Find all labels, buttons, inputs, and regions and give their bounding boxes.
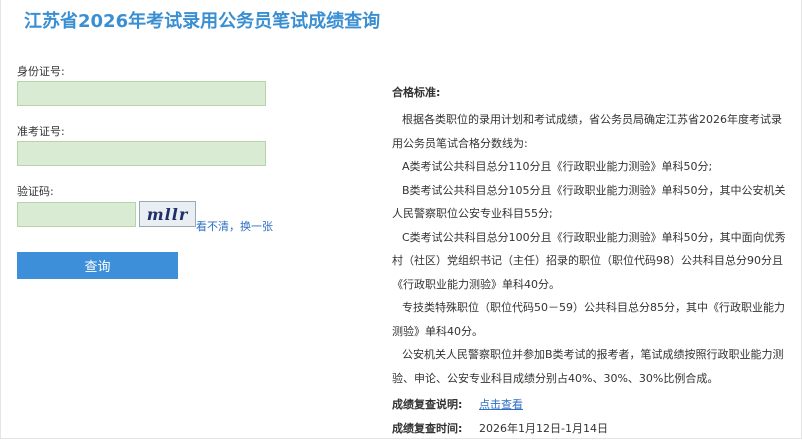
review-info-link[interactable]: 点击查看 (479, 398, 523, 411)
review-time-value: 2026年1月12日-1月14日 (479, 422, 608, 435)
refresh-captcha-link[interactable]: 看不清，换一张 (196, 218, 273, 234)
page-title: 江苏省2026年考试录用公务员笔试成绩查询 (24, 11, 381, 32)
review-time-label: 成绩复查时间: (392, 422, 463, 435)
standard-paragraph: A类考试公共科目总分110分且《行政职业能力测验》单科50分; (402, 160, 713, 173)
query-button[interactable]: 查询 (17, 252, 178, 279)
standard-paragraph: 根据各类职位的录用计划和考试成绩，省公务员局确定江苏省2026年度考试录用公务员… (392, 113, 782, 150)
exam-number-label: 准考证号: (17, 125, 65, 138)
standard-paragraph: C类考试公共科目总分100分且《行政职业能力测验》单科50分，其中面向优秀村（社… (392, 230, 786, 291)
captcha-input[interactable] (17, 202, 136, 227)
standard-paragraph: 专技类特殊职位（职位代码50－59）公共科目总分85分，其中《行政职业能力测验》… (392, 301, 785, 338)
pass-standard-panel: 合格标准: 根据各类职位的录用计划和考试成绩，省公务员局确定江苏省2026年度考… (392, 84, 788, 390)
review-info-row: 成绩复查说明: 点击查看 (392, 396, 523, 412)
review-info-label: 成绩复查说明: (392, 398, 463, 411)
standard-paragraph: B类考试公共科目总分105分且《行政职业能力测验》单科50分，其中公安机关人民警… (392, 183, 786, 221)
exam-number-input[interactable] (17, 141, 266, 166)
id-number-label: 身份证号: (17, 65, 65, 78)
id-number-input[interactable] (17, 81, 266, 106)
captcha-image[interactable]: mllr (139, 201, 196, 227)
standard-heading: 合格标准: (392, 86, 441, 99)
standard-paragraph: 公安机关人民警察职位并参加B类考试的报考者，笔试成绩按照行政职业能力测验、申论、… (392, 348, 784, 385)
captcha-label: 验证码: (17, 185, 54, 198)
review-time-row: 成绩复查时间: 2026年1月12日-1月14日 (392, 420, 608, 436)
